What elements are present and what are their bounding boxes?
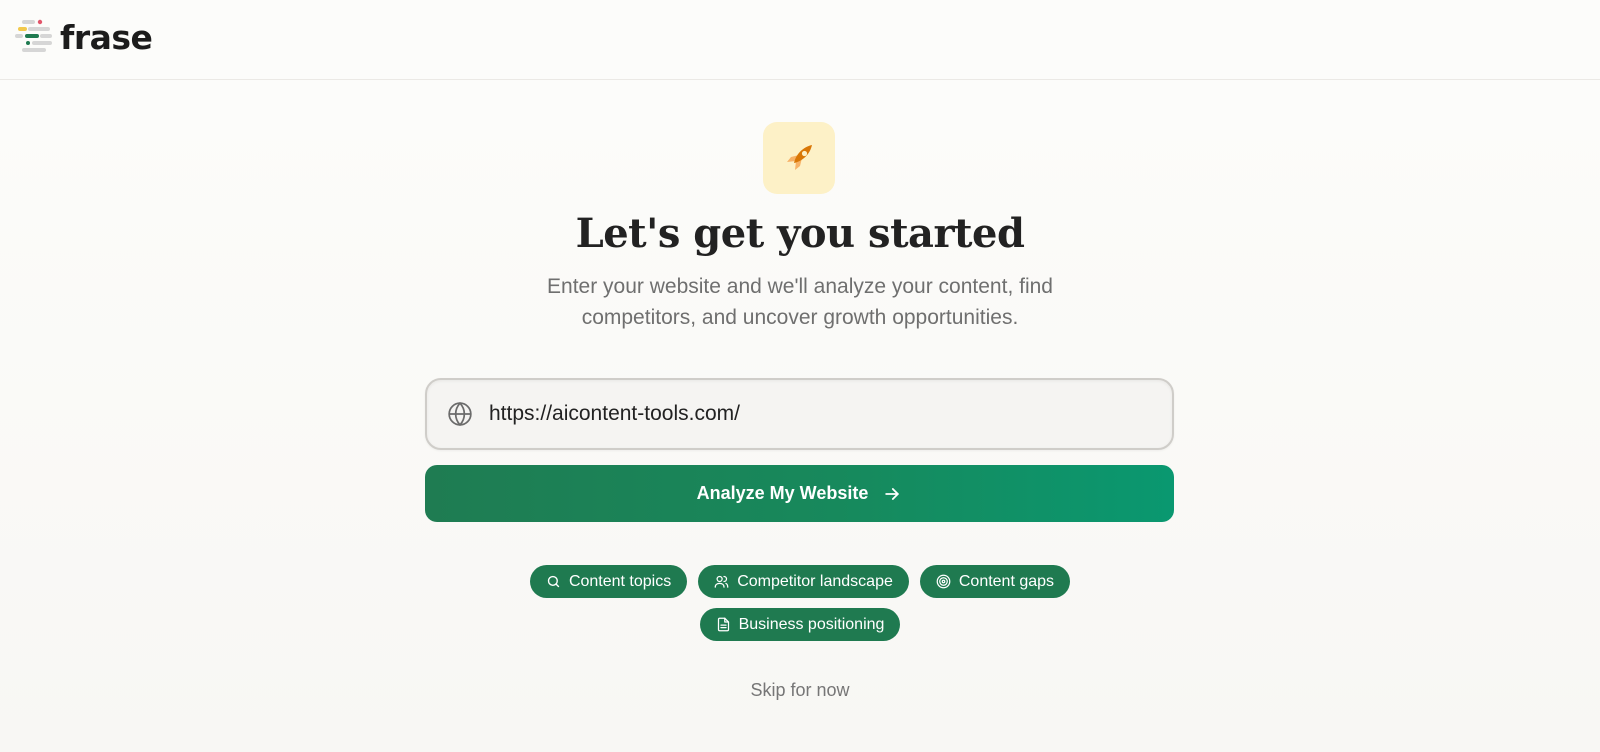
search-icon — [547, 575, 560, 588]
document-icon — [717, 617, 729, 632]
brand-name: frase — [60, 18, 153, 57]
analysis-feature-chips: Content topics Competitor landscape Cont… — [0, 565, 1600, 641]
page-title: Let's get you started — [575, 210, 1025, 257]
page-subtitle: Enter your website and we'll analyze you… — [547, 275, 1053, 329]
arrow-right-icon — [885, 487, 900, 500]
chip-competitor-landscape: Competitor landscape — [698, 565, 909, 598]
chip-label: Content topics — [568, 572, 672, 590]
skip-for-now-link[interactable]: Skip for now — [0, 680, 1600, 701]
frase-logo-icon — [15, 19, 52, 52]
website-url-field[interactable] — [425, 378, 1174, 450]
chip-label: Business positioning — [738, 615, 885, 633]
globe-icon — [448, 401, 472, 427]
chip-content-gaps: Content gaps — [919, 565, 1071, 598]
rocket-icon — [787, 145, 812, 170]
website-url-input[interactable] — [489, 402, 1149, 426]
analyze-website-button[interactable]: Analyze My Website — [425, 465, 1174, 522]
chip-content-topics: Content topics — [529, 565, 688, 598]
analyze-button-label: Analyze My Website — [696, 483, 869, 503]
target-icon — [936, 574, 951, 589]
onboarding-main: Let's get you started Enter your website… — [0, 80, 1600, 752]
chip-label: Competitor landscape — [737, 572, 893, 590]
chip-label: Content gaps — [958, 572, 1055, 590]
rocket-tile — [763, 122, 835, 194]
frase-logo[interactable]: frase — [14, 18, 153, 57]
chip-business-positioning: Business positioning — [699, 608, 901, 641]
top-bar: frase — [0, 0, 1600, 80]
users-icon — [714, 575, 729, 588]
